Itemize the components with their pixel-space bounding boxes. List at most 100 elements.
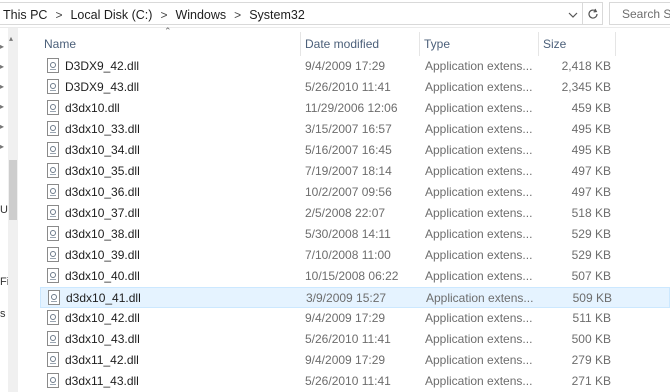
file-size: 500 KB bbox=[571, 332, 611, 346]
navigation-scrollbar-thumb[interactable] bbox=[9, 160, 17, 220]
breadcrumb-separator-icon[interactable]: > bbox=[154, 8, 173, 22]
dll-file-icon bbox=[47, 310, 59, 325]
file-name: d3dx10_43.dll bbox=[65, 332, 140, 346]
dll-file-icon bbox=[47, 226, 59, 241]
file-date-modified: 5/16/2007 16:45 bbox=[305, 143, 392, 157]
file-date-modified: 7/10/2008 11:00 bbox=[305, 248, 391, 262]
file-type: Application extens... bbox=[425, 59, 533, 73]
nav-item-label[interactable]: U bbox=[0, 204, 8, 216]
file-row[interactable]: d3dx10_38.dll 5/30/2008 14:11 Application … bbox=[40, 224, 670, 245]
dll-file-icon bbox=[47, 373, 59, 388]
file-size: 497 KB bbox=[571, 185, 611, 199]
file-date-modified: 5/26/2010 11:41 bbox=[305, 332, 391, 346]
file-date-modified: 9/4/2009 17:29 bbox=[305, 311, 386, 325]
address-bar[interactable]: This PC > Local Disk (C:) > Windows > Sy… bbox=[0, 2, 603, 25]
chevron-down-icon bbox=[568, 12, 578, 18]
dll-file-icon bbox=[47, 163, 59, 178]
dll-file-icon bbox=[47, 247, 59, 262]
breadcrumb: This PC > Local Disk (C:) > Windows > Sy… bbox=[1, 3, 307, 26]
file-name: d3dx10.dll bbox=[65, 101, 120, 115]
file-row[interactable]: D3DX9_43.dll 5/26/2010 11:41 Application e… bbox=[40, 77, 670, 98]
breadcrumb-this-pc[interactable]: This PC bbox=[1, 8, 49, 22]
file-date-modified: 5/30/2008 14:11 bbox=[305, 227, 391, 241]
file-name: d3dx10_35.dll bbox=[65, 164, 140, 178]
file-type: Application extens... bbox=[425, 269, 533, 283]
breadcrumb-separator-icon[interactable]: > bbox=[228, 8, 247, 22]
dll-file-icon bbox=[47, 352, 59, 367]
file-type: Application extens... bbox=[425, 164, 533, 178]
breadcrumb-windows[interactable]: Windows bbox=[173, 8, 228, 22]
nav-expand-icon[interactable]: ▸ bbox=[0, 142, 8, 151]
file-name: d3dx10_42.dll bbox=[65, 311, 140, 325]
breadcrumb-separator-icon[interactable]: > bbox=[49, 8, 68, 22]
nav-expand-icon[interactable]: ▸ bbox=[0, 122, 8, 131]
column-header-type[interactable]: Type bbox=[420, 32, 538, 56]
file-row[interactable]: d3dx10_39.dll 7/10/2008 11:00 Application … bbox=[40, 245, 670, 266]
file-date-modified: 5/26/2010 11:41 bbox=[305, 80, 391, 94]
dll-file-icon bbox=[47, 121, 59, 136]
file-row[interactable]: d3dx10_35.dll 7/19/2007 18:14 Application … bbox=[40, 161, 670, 182]
file-size: 529 KB bbox=[571, 227, 611, 241]
file-name: d3dx10_37.dll bbox=[65, 206, 140, 220]
refresh-button[interactable] bbox=[582, 3, 603, 24]
file-row[interactable]: d3dx11_43.dll 5/26/2010 11:41 Application … bbox=[40, 371, 670, 392]
file-date-modified: 3/15/2007 16:57 bbox=[305, 122, 392, 136]
file-type: Application extens... bbox=[425, 332, 533, 346]
column-header-size[interactable]: Size bbox=[539, 32, 615, 56]
file-size: 529 KB bbox=[571, 248, 611, 262]
file-size: 279 KB bbox=[571, 353, 611, 367]
nav-item-label[interactable]: s bbox=[0, 308, 6, 320]
file-row[interactable]: d3dx10_41.dll 3/9/2009 15:27 Application e… bbox=[40, 287, 670, 308]
file-row[interactable]: D3DX9_42.dll 9/4/2009 17:29 Application ex… bbox=[40, 56, 670, 77]
file-date-modified: 9/4/2009 17:29 bbox=[305, 353, 386, 367]
nav-expand-icon[interactable]: ▸ bbox=[0, 102, 8, 111]
breadcrumb-system32[interactable]: System32 bbox=[247, 8, 307, 22]
file-row[interactable]: d3dx10_33.dll 3/15/2007 16:57 Application … bbox=[40, 119, 670, 140]
file-size: 518 KB bbox=[571, 206, 611, 220]
file-row[interactable]: d3dx10_40.dll 10/15/2008 06:22 Application… bbox=[40, 266, 670, 287]
file-date-modified: 10/2/2007 09:56 bbox=[305, 185, 392, 199]
file-name: D3DX9_43.dll bbox=[65, 80, 140, 94]
column-header-name[interactable]: Name bbox=[40, 32, 300, 56]
dll-file-icon bbox=[47, 205, 59, 220]
file-type: Application extens... bbox=[425, 206, 533, 220]
file-date-modified: 9/4/2009 17:29 bbox=[305, 59, 386, 73]
file-size: 2,418 KB bbox=[561, 59, 611, 73]
file-type: Application extens... bbox=[425, 80, 533, 94]
file-name: D3DX9_42.dll bbox=[65, 59, 140, 73]
nav-expand-icon[interactable]: ▸ bbox=[0, 62, 8, 71]
file-date-modified: 3/9/2009 15:27 bbox=[306, 291, 387, 305]
file-name: d3dx10_33.dll bbox=[65, 122, 140, 136]
file-type: Application extens... bbox=[425, 353, 533, 367]
dll-file-icon bbox=[47, 331, 59, 346]
file-row[interactable]: d3dx10_36.dll 10/2/2007 09:56 Application … bbox=[40, 182, 670, 203]
file-type: Application extens... bbox=[425, 227, 533, 241]
column-header-date-modified[interactable]: Date modified bbox=[301, 32, 419, 56]
scroll-up-icon[interactable]: ▴ bbox=[9, 34, 17, 43]
column-header: Name Date modified Type Size bbox=[40, 32, 670, 56]
file-row[interactable]: d3dx10_34.dll 5/16/2007 16:45 Application … bbox=[40, 140, 670, 161]
column-divider[interactable] bbox=[615, 32, 616, 56]
address-history-button[interactable] bbox=[564, 6, 582, 24]
file-size: 2,345 KB bbox=[561, 80, 611, 94]
search-input[interactable]: Search Sy bbox=[609, 2, 670, 25]
file-type: Application extens... bbox=[425, 143, 533, 157]
file-row[interactable]: d3dx10_43.dll 5/26/2010 11:41 Application … bbox=[40, 329, 670, 350]
file-size: 511 KB bbox=[572, 311, 611, 325]
breadcrumb-local-disk[interactable]: Local Disk (C:) bbox=[68, 8, 154, 22]
file-size: 507 KB bbox=[571, 269, 611, 283]
file-row[interactable]: d3dx11_42.dll 9/4/2009 17:29 Application e… bbox=[40, 350, 670, 371]
nav-expand-icon[interactable]: ▸ bbox=[0, 82, 8, 91]
file-row[interactable]: d3dx10_42.dll 9/4/2009 17:29 Application e… bbox=[40, 308, 670, 329]
file-size: 495 KB bbox=[571, 122, 611, 136]
file-type: Application extens... bbox=[425, 248, 533, 262]
dll-file-icon bbox=[47, 100, 59, 115]
file-date-modified: 2/5/2008 22:07 bbox=[305, 206, 386, 220]
file-row[interactable]: d3dx10_37.dll 2/5/2008 22:07 Application e… bbox=[40, 203, 670, 224]
nav-expand-icon[interactable]: ▸ bbox=[0, 42, 8, 51]
file-row[interactable]: d3dx10.dll 11/29/2006 12:06 Application ex… bbox=[40, 98, 670, 119]
file-type: Application extens... bbox=[426, 291, 534, 305]
file-name: d3dx10_39.dll bbox=[65, 248, 140, 262]
file-date-modified: 5/26/2010 11:41 bbox=[305, 374, 391, 388]
address-bar-region: This PC > Local Disk (C:) > Windows > Sy… bbox=[0, 0, 670, 28]
